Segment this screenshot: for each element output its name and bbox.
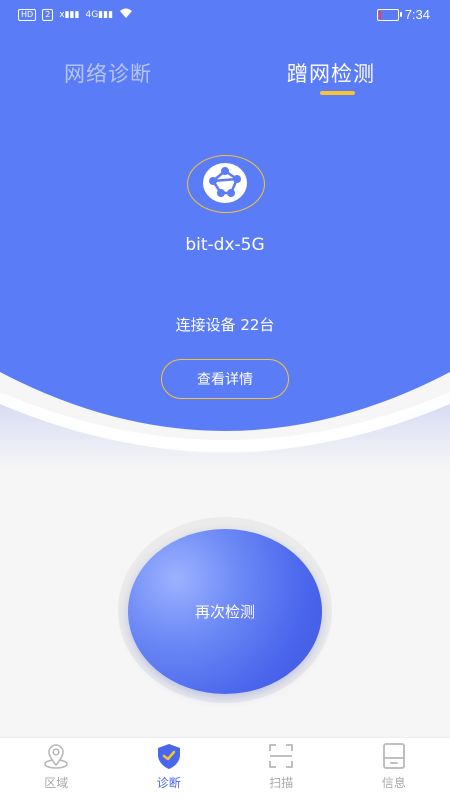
signal-4g-icon: 4G▮▮▮ — [85, 10, 113, 20]
battery-level — [379, 11, 381, 19]
signal-icon: x▮▮▮ — [59, 10, 79, 20]
nav-item-scan[interactable]: 扫描 — [225, 738, 338, 801]
info-device-icon — [380, 742, 408, 770]
shield-check-icon — [155, 742, 183, 770]
status-time: 7:34 — [405, 7, 430, 22]
nav-label-region: 区域 — [44, 774, 68, 791]
signal-4g-label: 4G — [85, 10, 98, 20]
bottom-navigation: 区域 诊断 扫描 信息 — [0, 737, 450, 801]
tab-network-diagnosis[interactable]: 网络诊断 — [64, 58, 152, 88]
nav-item-diagnosis[interactable]: 诊断 — [113, 738, 226, 801]
network-globe-icon — [199, 159, 251, 207]
status-right: 7:34 — [377, 7, 430, 22]
connected-devices-count: 连接设备 22台 — [0, 314, 450, 335]
location-icon — [42, 742, 70, 770]
status-bar: HD 2 x▮▮▮ 4G▮▮▮ 7:34 — [0, 0, 450, 30]
nav-item-info[interactable]: 信息 — [338, 738, 450, 801]
view-details-button[interactable]: 查看详情 — [161, 359, 289, 399]
tab-freeloader-detection[interactable]: 蹭网检测 — [287, 58, 375, 88]
battery-icon — [377, 9, 399, 21]
sim-badge: 2 — [42, 9, 53, 21]
status-left: HD 2 x▮▮▮ 4G▮▮▮ — [18, 8, 133, 22]
active-tab-indicator — [320, 91, 355, 95]
redetect-button[interactable]: 再次检测 — [128, 529, 322, 694]
wifi-icon — [119, 8, 133, 22]
nav-label-info: 信息 — [382, 774, 406, 791]
nav-item-region[interactable]: 区域 — [0, 738, 113, 801]
signal-x: x — [59, 10, 64, 20]
nav-label-scan: 扫描 — [269, 774, 293, 791]
hd-badge: HD — [18, 9, 36, 21]
wifi-ssid: bit-dx-5G — [0, 235, 450, 255]
scan-icon — [267, 742, 295, 770]
nav-label-diagnosis: 诊断 — [157, 774, 181, 791]
